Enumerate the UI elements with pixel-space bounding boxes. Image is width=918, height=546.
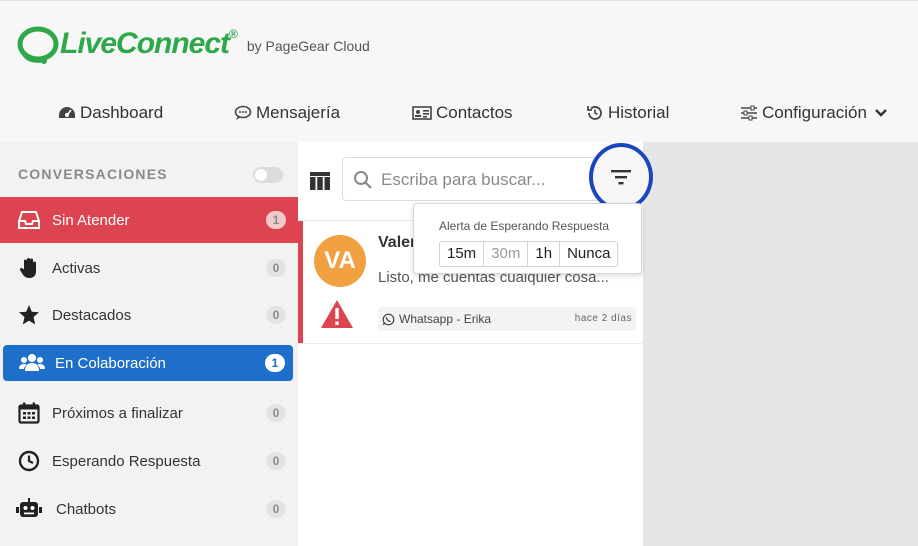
users-icon bbox=[19, 350, 45, 376]
brand-name: LiveConnect® bbox=[60, 27, 238, 60]
channel-label: Whatsapp - Erika bbox=[382, 312, 491, 326]
sliders-icon bbox=[741, 105, 757, 121]
conversations-toggle[interactable] bbox=[253, 167, 283, 183]
inbox-icon bbox=[16, 207, 42, 233]
count-badge: 0 bbox=[266, 452, 286, 470]
count-badge: 0 bbox=[266, 259, 286, 277]
alert-interval-selector: 15m 30m 1h Nunca bbox=[439, 241, 619, 267]
address-card-icon bbox=[412, 106, 432, 120]
nav-messaging-label: Mensajería bbox=[256, 103, 341, 122]
warning-icon bbox=[321, 300, 353, 328]
waiting-alert-popover: Alerta de Esperando Respuesta 15m 30m 1h… bbox=[413, 203, 642, 274]
nav-contacts[interactable]: Contactos bbox=[412, 97, 513, 129]
option-1h[interactable]: 1h bbox=[528, 242, 561, 266]
nav-messaging[interactable]: Mensajería bbox=[234, 97, 340, 129]
columns-icon[interactable] bbox=[310, 172, 330, 190]
conversation-meta: Whatsapp - Erika hace 2 días bbox=[378, 307, 636, 331]
sidebar-item-sin-atender[interactable]: Sin Atender 1 bbox=[0, 197, 298, 243]
popover-title: Alerta de Esperando Respuesta bbox=[439, 219, 610, 233]
search-input[interactable] bbox=[381, 168, 581, 192]
nav-history-label: Historial bbox=[608, 103, 670, 122]
logo[interactable]: LiveConnect® by PageGear Cloud bbox=[16, 23, 370, 65]
sidebar-item-label: En Colaboración bbox=[55, 354, 166, 372]
sidebar-item-proximos-a-finalizar[interactable]: Próximos a finalizar 0 bbox=[0, 390, 298, 436]
option-15m[interactable]: 15m bbox=[440, 242, 485, 266]
count-badge: 0 bbox=[266, 306, 286, 324]
count-badge: 0 bbox=[266, 500, 286, 518]
nav-dashboard[interactable]: Dashboard bbox=[58, 97, 163, 129]
calendar-icon bbox=[16, 400, 42, 426]
filter-icon bbox=[611, 170, 631, 185]
sidebar-title: CONVERSACIONES bbox=[18, 166, 168, 182]
filter-button[interactable] bbox=[589, 143, 653, 211]
sidebar-item-label: Activas bbox=[52, 259, 101, 277]
search-icon bbox=[354, 171, 372, 189]
unattended-indicator-bar bbox=[298, 221, 303, 343]
main-nav: Dashboard Mensajería Contactos Historial… bbox=[0, 97, 918, 129]
count-badge: 1 bbox=[266, 211, 286, 229]
sidebar-item-destacados[interactable]: Destacados 0 bbox=[0, 292, 298, 338]
app-header: LiveConnect® by PageGear Cloud Dashboard… bbox=[0, 0, 918, 142]
nav-settings[interactable]: Configuración bbox=[740, 97, 893, 129]
chevron-down-icon bbox=[875, 109, 887, 117]
sidebar-item-label: Próximos a finalizar bbox=[52, 404, 183, 422]
star-icon bbox=[16, 302, 42, 328]
option-nunca[interactable]: Nunca bbox=[560, 242, 617, 266]
nav-contacts-label: Contactos bbox=[436, 103, 513, 122]
robot-icon bbox=[16, 496, 42, 522]
contact-name: Valer bbox=[378, 234, 417, 251]
whatsapp-icon bbox=[382, 313, 395, 325]
sidebar-item-activas[interactable]: Activas 0 bbox=[0, 245, 298, 291]
chat-bubble-icon bbox=[234, 105, 252, 120]
avatar: VA bbox=[314, 235, 366, 287]
sidebar-item-chatbots[interactable]: Chatbots 0 bbox=[0, 486, 298, 532]
count-badge: 0 bbox=[266, 404, 286, 422]
option-30m[interactable]: 30m bbox=[484, 242, 529, 266]
history-icon bbox=[587, 106, 602, 120]
sidebar-item-esperando-respuesta[interactable]: Esperando Respuesta 0 bbox=[0, 438, 298, 484]
sidebar-item-label: Destacados bbox=[52, 306, 132, 324]
brand-by: by PageGear Cloud bbox=[246, 38, 370, 54]
timestamp: hace 2 días bbox=[574, 313, 632, 324]
conversations-sidebar: CONVERSACIONES Sin Atender 1 Activas 0 D… bbox=[0, 142, 298, 546]
nav-dashboard-label: Dashboard bbox=[80, 103, 164, 122]
hand-icon bbox=[16, 255, 42, 281]
sidebar-item-label: Esperando Respuesta bbox=[52, 452, 201, 470]
sidebar-item-label: Chatbots bbox=[56, 500, 117, 518]
toggle-knob bbox=[255, 169, 267, 181]
nav-history[interactable]: Historial bbox=[586, 97, 669, 129]
sidebar-item-label: Sin Atender bbox=[52, 211, 130, 229]
count-badge: 1 bbox=[265, 354, 285, 372]
clock-icon bbox=[16, 448, 42, 474]
nav-settings-label: Configuración bbox=[762, 103, 867, 122]
channel-text: Whatsapp - Erika bbox=[399, 312, 492, 326]
sidebar-item-en-colaboracion[interactable]: En Colaboración 1 bbox=[3, 345, 293, 381]
gauge-icon bbox=[59, 107, 75, 118]
chat-detail-panel bbox=[644, 142, 918, 546]
headset-logo-icon bbox=[16, 23, 64, 65]
